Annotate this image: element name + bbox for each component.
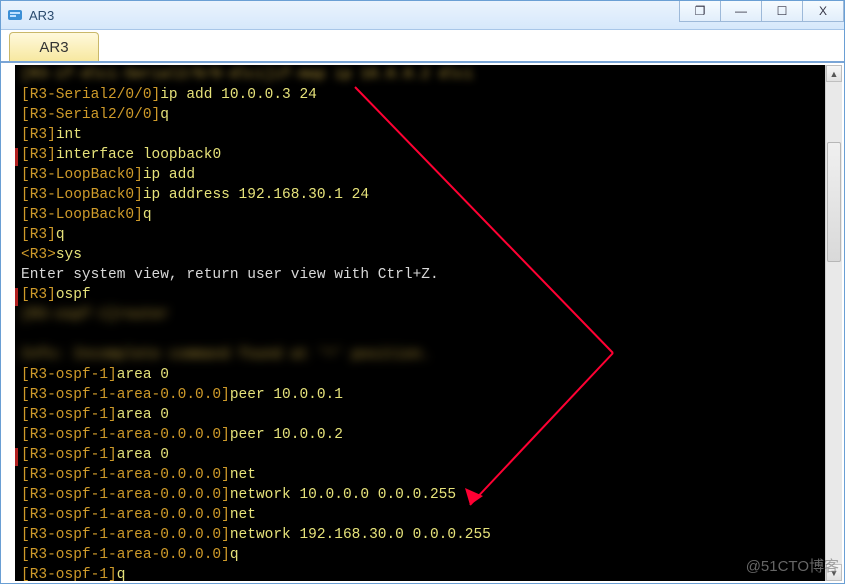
terminal-line: [R3-ospf-1]area 0 [21, 365, 836, 385]
terminal-line: [R3-ospf-1]q [21, 565, 836, 581]
terminal-line: [R3-ospf-1-area-0.0.0.0]network 192.168.… [21, 525, 836, 545]
terminal-line: [R3]int [21, 125, 836, 145]
terminal-line: [R3-if-dlci-Serial2/0/0-dlci]if-map ip 1… [21, 65, 836, 85]
terminal-line: [R3]q [21, 225, 836, 245]
minimize-icon: — [735, 4, 747, 18]
watermark: @51CTO博客 [746, 555, 839, 576]
terminal-line: [R3-ospf-1]router [21, 305, 836, 325]
terminal-line: [R3-ospf-1-area-0.0.0.0]network 10.0.0.0… [21, 485, 836, 505]
terminal-line: [R3-ospf-1-area-0.0.0.0]q [21, 545, 836, 565]
terminal[interactable]: [R3-if-dlci-Serial2/0/0-dlci]if-map ip 1… [15, 65, 842, 581]
window-buttons: ❐ — ☐ X [680, 1, 844, 29]
terminal-line: Info: Incomplete command found at '^' po… [21, 345, 836, 365]
terminal-line: [R3-LoopBack0]ip add [21, 165, 836, 185]
minimize-button[interactable]: — [720, 1, 762, 22]
terminal-line: [R3-ospf-1-area-0.0.0.0]peer 10.0.0.2 [21, 425, 836, 445]
app-icon [7, 7, 23, 23]
terminal-container: [R3-if-dlci-Serial2/0/0-dlci]if-map ip 1… [1, 63, 844, 583]
maximize-button[interactable]: ☐ [761, 1, 803, 22]
chevron-up-icon: ▲ [830, 69, 839, 79]
terminal-line: Enter system view, return user view with… [21, 265, 836, 285]
terminal-line: [R3-ospf-1-area-0.0.0.0]net [21, 505, 836, 525]
window-title: AR3 [29, 8, 680, 23]
tab-ar3[interactable]: AR3 [9, 32, 99, 61]
terminal-line: [R3-Serial2/0/0]q [21, 105, 836, 125]
scroll-up-button[interactable]: ▲ [826, 65, 842, 82]
terminal-line: [R3-ospf-1-area-0.0.0.0]net [21, 465, 836, 485]
terminal-line: [R3]interface loopback0 [21, 145, 836, 165]
terminal-line: [R3-ospf-1]area 0 [21, 445, 836, 465]
gutter-marker [15, 148, 18, 166]
terminal-line: [R3-LoopBack0]ip address 192.168.30.1 24 [21, 185, 836, 205]
terminal-line: [R3]ospf [21, 285, 836, 305]
titlebar[interactable]: AR3 ❐ — ☐ X [1, 1, 844, 30]
restore-overlap-icon: ❐ [695, 4, 706, 18]
gutter-marker [15, 288, 18, 306]
tab-bar: AR3 [1, 30, 844, 63]
app-window: AR3 ❐ — ☐ X AR3 [R3-if-dlci-Serial2/0/0-… [0, 0, 845, 584]
close-icon: X [819, 4, 827, 18]
restore-down-button[interactable]: ❐ [679, 1, 721, 22]
scroll-track[interactable] [826, 82, 842, 564]
terminal-line: [R3-LoopBack0]q [21, 205, 836, 225]
scroll-thumb[interactable] [827, 142, 841, 262]
tab-label: AR3 [39, 39, 68, 56]
gutter-marker [15, 448, 18, 466]
maximize-icon: ☐ [777, 4, 788, 18]
terminal-line: [R3-ospf-1]area 0 [21, 405, 836, 425]
scrollbar[interactable]: ▲ ▼ [825, 65, 842, 581]
terminal-line: <R3>sys [21, 245, 836, 265]
terminal-line: [R3-Serial2/0/0]ip add 10.0.0.3 24 [21, 85, 836, 105]
terminal-line [21, 325, 836, 345]
close-button[interactable]: X [802, 1, 844, 22]
terminal-line: [R3-ospf-1-area-0.0.0.0]peer 10.0.0.1 [21, 385, 836, 405]
